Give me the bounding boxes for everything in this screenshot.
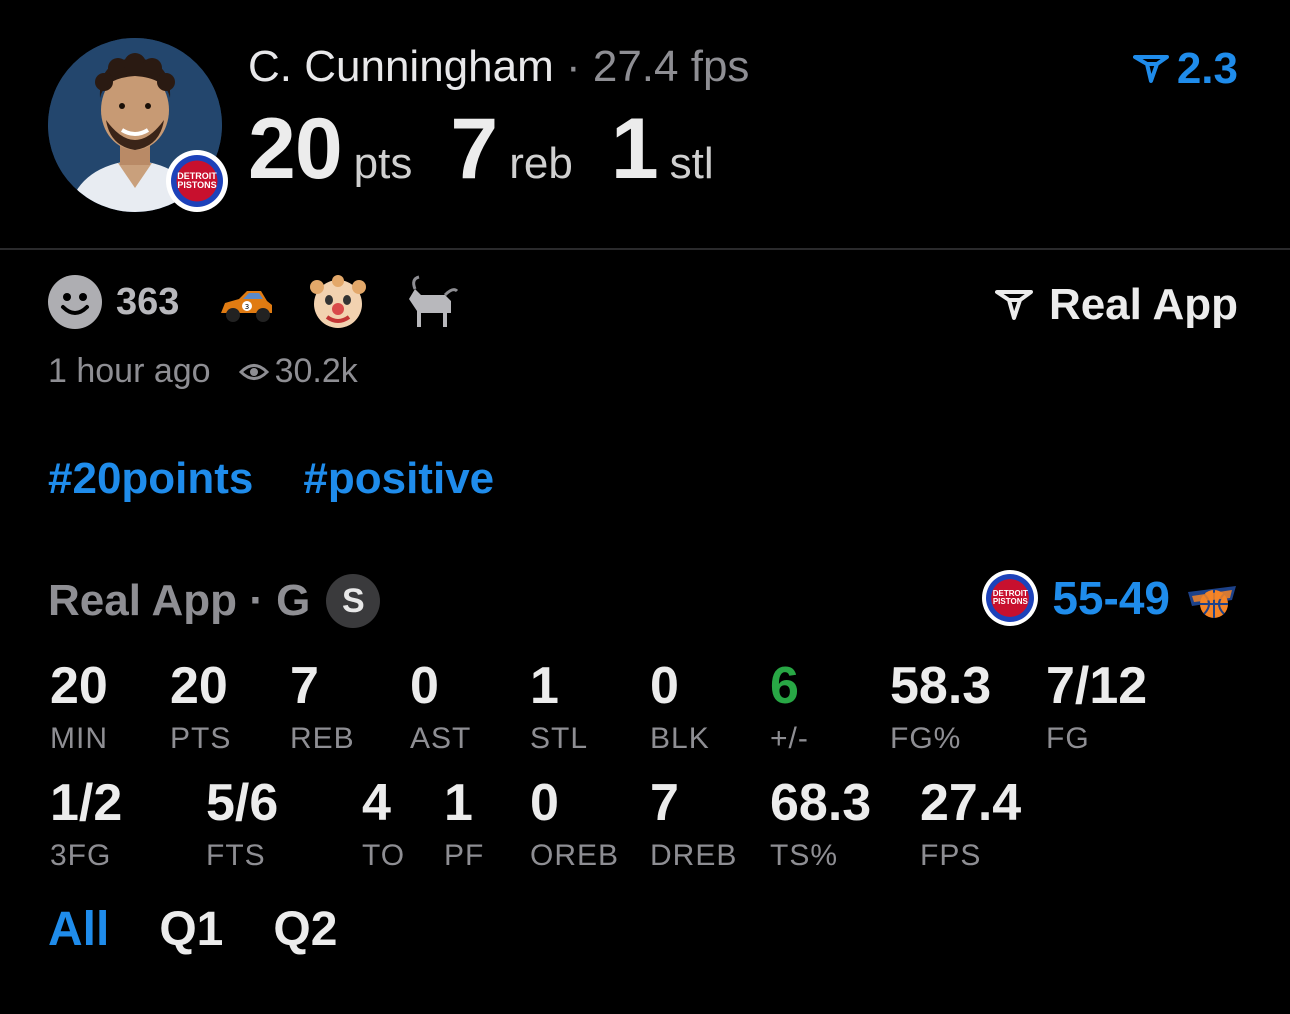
stat-pts: 20 PTS: [170, 657, 232, 755]
stat-plus-minus: 6 +/-: [770, 657, 809, 755]
stat-dreb: 7 DREB: [650, 774, 738, 872]
tab-q1[interactable]: Q1: [159, 902, 223, 957]
add-reaction-icon[interactable]: [48, 275, 102, 329]
stat-fg-pct: 58.3 FG%: [890, 657, 992, 755]
stat-stl: 1 STL: [530, 657, 589, 755]
rating-value: 2.3: [1176, 44, 1238, 93]
headline-rebounds-unit: reb: [509, 139, 573, 188]
race-car-icon[interactable]: 3: [217, 273, 275, 331]
stat-to: 4 TO: [362, 774, 406, 872]
reactions-bar: 363 3: [48, 274, 493, 330]
real-app-logo-icon: [1132, 55, 1169, 83]
period-tabs: All Q1 Q2: [48, 902, 337, 957]
player-name[interactable]: C. Cunningham: [248, 42, 554, 91]
headline-points-value: 20: [248, 101, 343, 197]
game-label: Real App · G: [48, 576, 311, 625]
clown-face-icon[interactable]: [309, 273, 367, 331]
eye-icon: [238, 363, 269, 380]
real-app-logo-icon: [994, 290, 1033, 320]
headline-points-unit: pts: [353, 139, 413, 188]
reaction-count: 363: [116, 280, 180, 323]
stat-reb: 7 REB: [290, 657, 355, 755]
player-fps: 27.4 fps: [592, 42, 750, 91]
stat-fps: 27.4 FPS: [920, 774, 1022, 872]
headline-rebounds-value: 7: [450, 101, 498, 197]
game-info: Real App · G S: [48, 574, 381, 628]
headline-steals-value: 1: [610, 101, 659, 197]
team-logo-badge: DETROIT PISTONS: [166, 150, 228, 212]
headline-stats: 20 pts 7 reb 1 stl: [248, 100, 752, 199]
view-count-group: 30.2k: [238, 352, 358, 391]
hashtag-link[interactable]: #20points: [48, 454, 253, 504]
player-name-line: C. Cunningham · 27.4 fps: [248, 42, 749, 92]
home-team-logo: DETROIT PISTONS: [982, 570, 1039, 626]
pistons-logo-icon: DETROIT PISTONS: [986, 574, 1035, 622]
view-count: 30.2k: [274, 352, 358, 390]
goat-icon[interactable]: [401, 273, 459, 331]
tab-all[interactable]: All: [48, 902, 109, 957]
stat-3fg: 1/2 3FG: [50, 774, 123, 872]
name-separator: ·: [565, 42, 581, 91]
starter-badge: S: [326, 574, 381, 628]
headline-steals-unit: stl: [669, 139, 714, 188]
knicks-logo-icon: [1188, 586, 1236, 618]
stat-pf: 1 PF: [444, 774, 485, 872]
stat-min: 20 MIN: [50, 657, 108, 755]
stat-ast: 0 AST: [410, 657, 472, 755]
svg-text:3: 3: [245, 303, 249, 311]
post-meta: 1 hour ago 30.2k: [48, 352, 358, 391]
header-divider: [0, 248, 1290, 250]
stat-blk: 0 BLK: [650, 657, 710, 755]
stat-fts: 5/6 FTS: [206, 774, 279, 872]
stat-ts-pct: 68.3 TS%: [770, 774, 872, 872]
post-time: 1 hour ago: [48, 352, 211, 390]
game-score[interactable]: DETROIT PISTONS 55-49: [982, 570, 1240, 626]
rating-badge[interactable]: 2.3: [1132, 44, 1238, 94]
stat-fg: 7/12 FG: [1046, 657, 1148, 755]
hashtag-link[interactable]: #positive: [303, 454, 494, 504]
source-label: Real App: [1048, 280, 1238, 329]
score-value: 55-49: [1052, 572, 1170, 624]
pistons-logo-icon: DETROIT PISTONS: [171, 155, 223, 207]
source-link[interactable]: Real App: [994, 280, 1238, 330]
tab-q2[interactable]: Q2: [273, 902, 337, 957]
hashtags: #20points #positive: [48, 454, 494, 504]
stat-oreb: 0 OREB: [530, 774, 620, 872]
